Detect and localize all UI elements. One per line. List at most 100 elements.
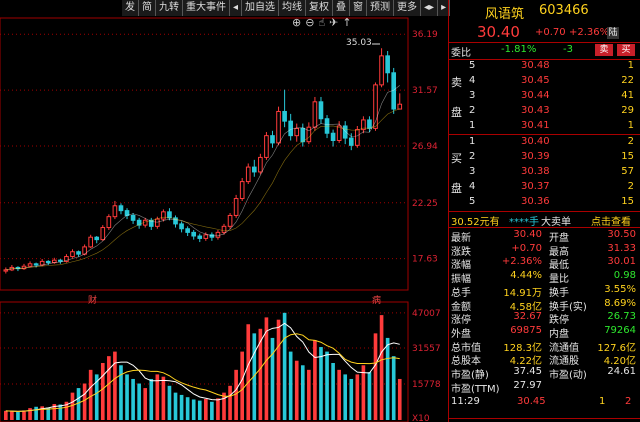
- sell-book-level: 2: [469, 105, 476, 116]
- volume-bar: [191, 399, 196, 420]
- volume-axis-label: 31557: [412, 344, 441, 354]
- toolbar-item-9[interactable]: 窗: [350, 0, 368, 16]
- buy-book-price: 30.39: [521, 151, 550, 162]
- stat-val: 8.69%: [604, 297, 636, 309]
- price-ma-line: [5, 85, 400, 271]
- volume-bar: [161, 376, 166, 420]
- stat-val: 79264: [604, 324, 636, 336]
- stat-val: +0.70: [511, 242, 542, 254]
- candle-body: [185, 228, 190, 233]
- candle-body: [3, 269, 9, 272]
- buy-book-price: 30.40: [521, 136, 550, 147]
- stat-val: 30.01: [607, 256, 636, 268]
- volume-bar: [349, 378, 354, 420]
- candle-body: [233, 198, 239, 216]
- volume-bar: [125, 374, 129, 420]
- volume-bar: [131, 378, 135, 420]
- volume-bar: [204, 399, 208, 420]
- volume-bar: [331, 363, 335, 420]
- volume-bar: [197, 400, 202, 420]
- kline-chart[interactable]: 36.19 31.57 26.94 22.25 17.63 47007 31557 15778…: [0, 0, 451, 422]
- divider: [449, 227, 640, 228]
- toolbar-item-4[interactable]: ◂: [230, 0, 243, 16]
- buy-book-side-label: 盘: [451, 182, 462, 195]
- volume-axis-label: X10: [412, 414, 430, 422]
- tick-time: 11:29: [451, 396, 480, 407]
- chart-tool-icon-0[interactable]: ⊕: [292, 16, 301, 29]
- volume-bar: [294, 360, 299, 420]
- toolbar-item-5[interactable]: 加自选: [242, 0, 280, 16]
- sell-book-vol: 29: [621, 105, 634, 116]
- buy-button[interactable]: 买: [617, 44, 635, 56]
- buy-book-level: 5: [469, 196, 476, 207]
- candle-body: [106, 216, 112, 229]
- chart-tool-icon-2[interactable]: ☝: [318, 16, 325, 29]
- chart-tool-icon-4[interactable]: ↑: [342, 16, 351, 29]
- lugu-tag[interactable]: 陆: [607, 27, 619, 39]
- volume-bar: [355, 374, 360, 420]
- volume-bar: [307, 369, 311, 420]
- stat-key: 市盈(动): [549, 370, 587, 381]
- candle-body: [76, 251, 81, 255]
- volume-bar: [58, 404, 63, 420]
- stat-val: 37.45: [513, 366, 542, 377]
- buy-book-side-label: 买: [451, 152, 462, 165]
- buy-book-vol: 57: [621, 166, 634, 177]
- candle-body: [58, 259, 63, 262]
- toolbar-item-11[interactable]: 更多: [394, 0, 422, 16]
- sell-book-vol: 1: [627, 120, 634, 131]
- volume-bar: [373, 333, 378, 420]
- sell-button[interactable]: 卖: [595, 44, 613, 56]
- stat-val: +2.36%: [501, 256, 542, 268]
- candle-body: [112, 205, 118, 218]
- volume-bar: [288, 351, 293, 420]
- stat-val: 69875: [510, 324, 542, 336]
- candle-body: [282, 110, 287, 122]
- volume-bar: [149, 378, 154, 420]
- toolbar-item-2[interactable]: 九转: [156, 0, 183, 16]
- sell-book-level: 5: [469, 60, 476, 71]
- stat-val: 31.33: [607, 242, 636, 254]
- chart-icons: ⊕ ⊖ ☝ ✈ ↑: [292, 16, 352, 29]
- candle-body: [221, 225, 227, 233]
- sell-book-price: 30.45: [521, 75, 550, 86]
- volume-bar: [179, 394, 184, 420]
- tick-flag: 2: [625, 396, 632, 407]
- candle-body: [264, 135, 269, 158]
- tick-price: 30.45: [517, 396, 546, 407]
- buy-book-price: 30.38: [521, 166, 550, 177]
- toolbar-item-10[interactable]: 预测: [367, 0, 395, 16]
- toolbar-item-3[interactable]: 重大事件: [183, 0, 230, 16]
- sell-book-vol: 41: [621, 90, 634, 101]
- toolbar-item-12[interactable]: ◂▸: [421, 0, 439, 16]
- stock-name: 风语筑: [485, 7, 525, 22]
- chart-tool-icon-3[interactable]: ✈: [329, 16, 338, 29]
- divider: [449, 418, 640, 419]
- toolbar-item-8[interactable]: 叠: [333, 0, 351, 16]
- big-order-link[interactable]: 点击查看: [591, 213, 631, 228]
- buy-book-level: 3: [469, 166, 476, 177]
- sell-book-price: 30.43: [521, 105, 550, 116]
- stat-val: 30.50: [607, 229, 636, 240]
- volume-bar: [216, 398, 220, 420]
- candle-body: [258, 156, 263, 173]
- toolbar-item-6[interactable]: 均线: [279, 0, 307, 16]
- toolbar-item-1[interactable]: 简: [139, 0, 156, 16]
- stat-key: 市盈(TTM): [451, 383, 500, 395]
- volume-axis-label: 47007: [412, 309, 441, 319]
- toolbar-item-7[interactable]: 复权: [306, 0, 334, 16]
- stat-val: 32.67: [513, 311, 542, 323]
- candle-body: [179, 223, 184, 230]
- volume-axis-label: 15778: [412, 380, 441, 390]
- chart-tool-icon-1[interactable]: ⊖: [305, 16, 314, 29]
- candle-body: [336, 125, 342, 141]
- candle-body: [118, 205, 124, 212]
- sell-book-vol: 22: [621, 75, 634, 86]
- volume-bar: [361, 365, 366, 420]
- toolbar-item-0[interactable]: 发: [122, 0, 139, 16]
- big-order-type: 大卖单: [541, 217, 571, 228]
- candle-body: [355, 129, 360, 146]
- volume-bar: [379, 315, 384, 420]
- price-volume-svg[interactable]: 36.19 31.57 26.94 22.25 17.63 47007 31557 15778…: [0, 0, 448, 422]
- buy-book-vol: 2: [627, 181, 634, 192]
